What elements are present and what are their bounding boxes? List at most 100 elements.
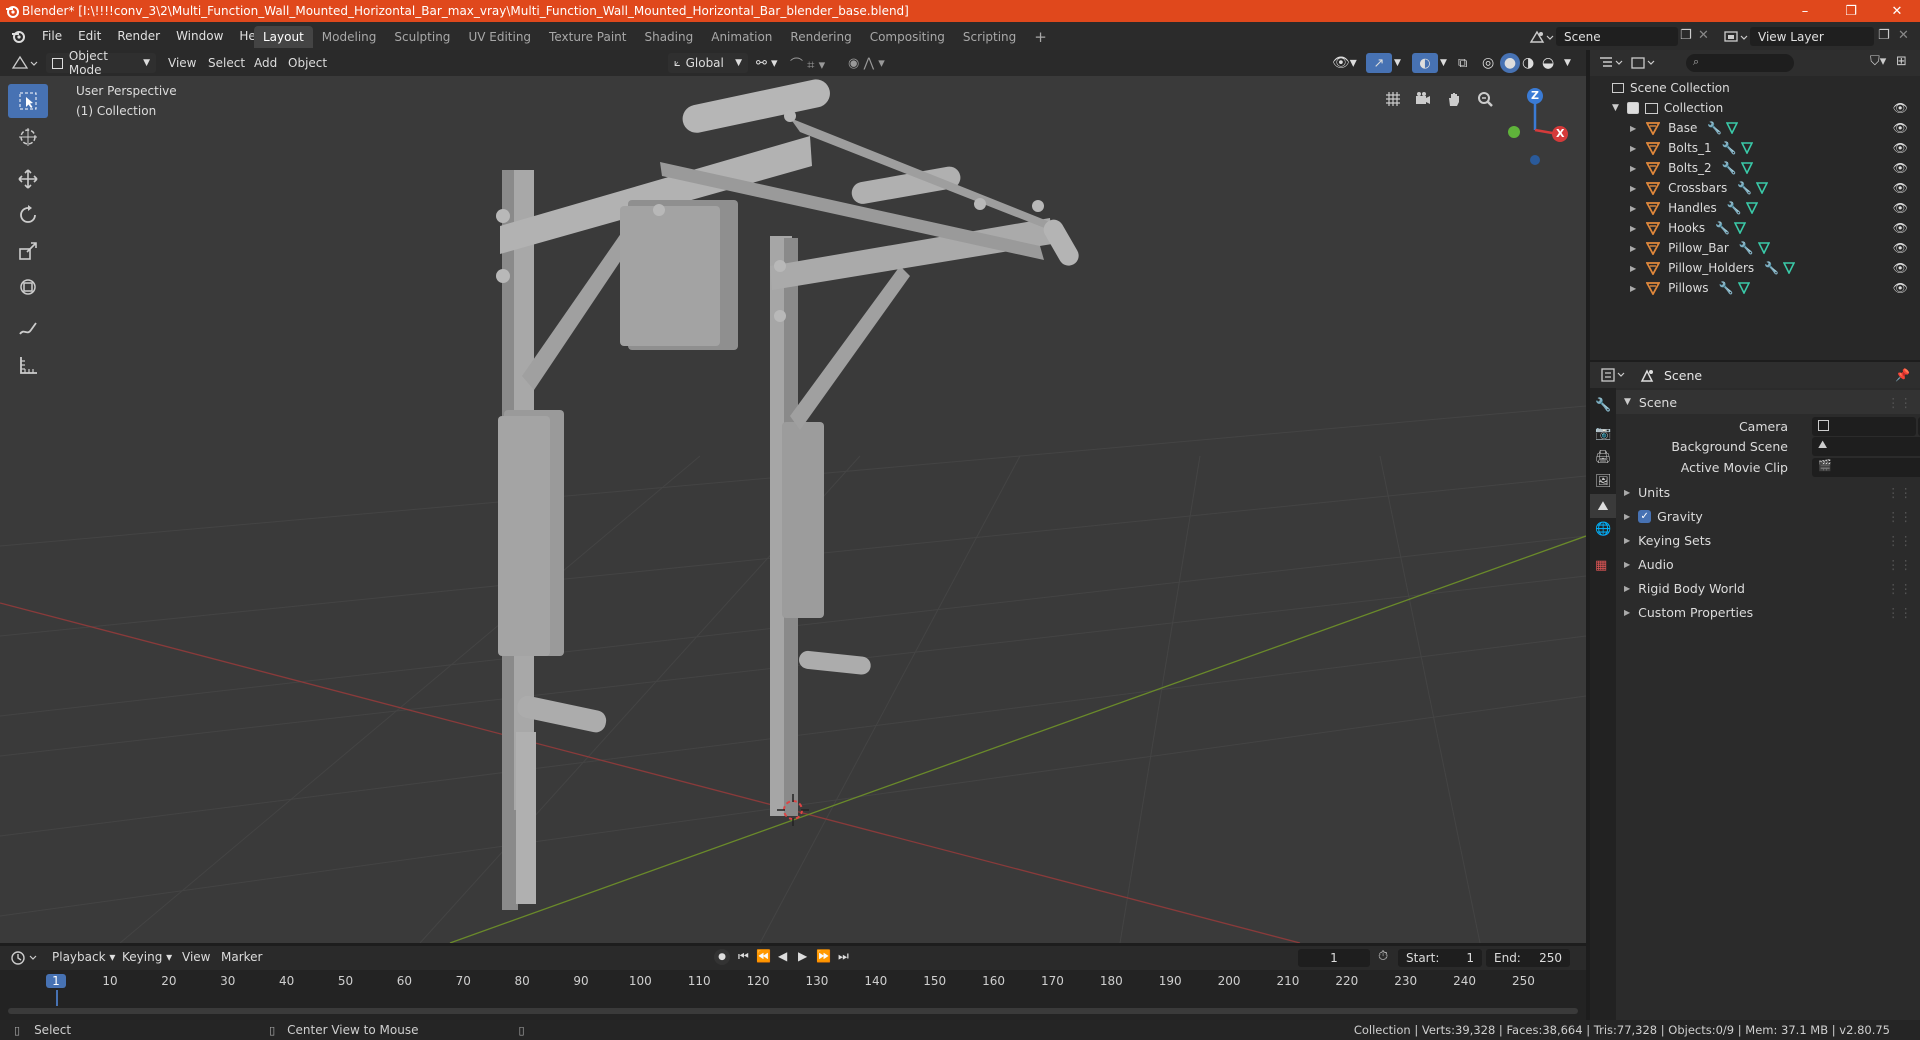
camera-field[interactable] [1812, 416, 1916, 436]
modifier-wrench-icon[interactable]: 🔧 [1727, 201, 1742, 215]
blender-menu-icon[interactable] [10, 28, 26, 44]
mesh-data-icon[interactable] [1740, 162, 1753, 174]
playhead-line[interactable] [56, 990, 58, 1006]
close-button[interactable]: ✕ [1874, 0, 1920, 22]
properties-section[interactable]: ▶ Units ⋮⋮ [1616, 480, 1920, 504]
rendered-shading-icon[interactable]: ◒ [1542, 53, 1554, 73]
drag-handle-icon[interactable]: ⋮⋮ [1887, 485, 1912, 500]
modifier-wrench-icon[interactable]: 🔧 [1707, 121, 1722, 135]
modifier-wrench-icon[interactable]: 🔧 [1722, 141, 1737, 155]
modifier-wrench-icon[interactable]: 🔧 [1722, 161, 1737, 175]
measure-tool[interactable] [8, 348, 48, 382]
eye-icon[interactable]: 👁 [1893, 221, 1908, 235]
play-button[interactable]: ▶ [798, 949, 807, 963]
transform-tool[interactable] [8, 270, 48, 304]
next-keyframe-button[interactable]: ⏩ [816, 949, 831, 963]
tab-texture-paint[interactable]: Texture Paint [540, 26, 635, 48]
proportional-edit-icon[interactable]: ◉ ⋀ ▾ [848, 53, 885, 73]
properties-editor-icon[interactable] [1600, 367, 1626, 383]
delete-view-layer-icon[interactable]: ✕ [1898, 28, 1909, 43]
tab-render[interactable]: 📷 [1595, 426, 1611, 441]
mode-selector[interactable]: Object Mode ▼ [46, 49, 156, 77]
mesh-data-icon[interactable] [1783, 262, 1796, 274]
snap-icon[interactable]: ⌒ ⌗ ▾ [790, 53, 825, 73]
menu-timeline-view[interactable]: View [182, 950, 210, 964]
mesh-data-icon[interactable] [1734, 222, 1747, 234]
disclosure-closed-icon[interactable]: ▶ [1630, 204, 1636, 213]
background-scene-field[interactable]: ⛰ [1812, 436, 1920, 456]
drag-handle-icon[interactable]: ⋮⋮ [1887, 557, 1912, 572]
properties-section[interactable]: ▶ Keying Sets ⋮⋮ [1616, 528, 1920, 552]
mesh-data-icon[interactable] [1737, 282, 1750, 294]
menu-edit[interactable]: Edit [70, 29, 109, 43]
drag-handle-icon[interactable]: ⋮⋮ [1887, 395, 1912, 410]
tab-animation[interactable]: Animation [702, 26, 781, 48]
disclosure-closed-icon[interactable]: ▶ [1630, 184, 1636, 193]
disclosure-open-icon[interactable]: ▼ [1612, 103, 1619, 113]
tab-compositing[interactable]: Compositing [861, 26, 954, 48]
material-shading-icon[interactable]: ◑ [1522, 53, 1534, 73]
eye-icon[interactable]: 👁 [1893, 141, 1908, 155]
drag-handle-icon[interactable]: ⋮⋮ [1887, 581, 1912, 596]
eye-icon[interactable]: 👁 [1893, 261, 1908, 275]
disclosure-closed-icon[interactable]: ▶ [1630, 244, 1636, 253]
tab-scene[interactable]: ⛰ [1590, 494, 1616, 518]
disclosure-closed-icon[interactable]: ▶ [1630, 264, 1636, 273]
outliner-editor-icon[interactable] [1598, 55, 1624, 71]
gizmo-dropdown-icon[interactable]: ▼ [1394, 53, 1401, 73]
menu-marker[interactable]: Marker [221, 950, 262, 964]
scene-selector[interactable]: Scene [1556, 27, 1678, 46]
tab-sculpting[interactable]: Sculpting [385, 26, 459, 48]
outliner-scene-collection[interactable]: Scene Collection [1590, 78, 1920, 98]
eye-icon[interactable]: 👁 [1893, 121, 1908, 135]
annotate-tool[interactable] [8, 312, 48, 346]
eye-icon[interactable]: 👁 [1893, 161, 1908, 175]
properties-section[interactable]: ▶ Custom Properties ⋮⋮ [1616, 600, 1920, 624]
tab-world[interactable]: 🌐 [1595, 522, 1611, 537]
shading-dropdown-icon[interactable]: ▼ [1564, 53, 1571, 73]
editor-type-icon[interactable] [10, 54, 40, 72]
maximize-button[interactable]: ❐ [1828, 0, 1874, 22]
gravity-checkbox[interactable]: ✓ [1638, 509, 1652, 523]
menu-select[interactable]: Select [208, 53, 245, 73]
pivot-point-icon[interactable]: ⚯ ▾ [756, 53, 778, 73]
tab-tool[interactable]: 🔧 [1595, 398, 1611, 413]
outliner-item[interactable]: ▶ Pillow_Bar 🔧 👁 [1590, 238, 1920, 258]
modifier-wrench-icon[interactable]: 🔧 [1737, 181, 1752, 195]
scene-icon[interactable] [1528, 28, 1554, 46]
visibility-icon[interactable]: 👁▾ [1332, 53, 1357, 73]
mesh-data-icon[interactable] [1745, 202, 1758, 214]
pin-icon[interactable]: 📌 [1895, 368, 1910, 382]
play-reverse-button[interactable]: ◀ [778, 949, 787, 963]
overlay-dropdown-icon[interactable]: ▼ [1440, 53, 1447, 73]
stopwatch-icon[interactable]: ⏱ [1378, 949, 1388, 964]
menu-view[interactable]: View [168, 53, 196, 73]
outliner-item[interactable]: ▶ Crossbars 🔧 👁 [1590, 178, 1920, 198]
disclosure-closed-icon[interactable]: ▶ [1630, 224, 1636, 233]
jump-end-button[interactable]: ⏭ [838, 949, 849, 964]
wireframe-shading-icon[interactable]: ◎ [1482, 53, 1494, 73]
modifier-wrench-icon[interactable]: 🔧 [1739, 241, 1754, 255]
tab-shading[interactable]: Shading [635, 26, 702, 48]
add-workspace-button[interactable]: + [1025, 26, 1056, 48]
menu-file[interactable]: File [34, 29, 70, 43]
toggle-grid-view-button[interactable] [1380, 86, 1406, 112]
modifier-wrench-icon[interactable]: 🔧 [1715, 221, 1730, 235]
tab-layout[interactable]: Layout [254, 26, 313, 48]
scene-panel-header[interactable]: ▼ Scene ⋮⋮ [1616, 390, 1920, 414]
outliner-item[interactable]: ▶ Pillows 🔧 👁 [1590, 278, 1920, 298]
start-frame-field[interactable]: Start: 1 [1398, 949, 1482, 967]
move-tool[interactable] [8, 162, 48, 196]
disclosure-closed-icon[interactable]: ▶ [1630, 124, 1636, 133]
menu-playback[interactable]: Playback ▾ [52, 950, 115, 964]
drag-handle-icon[interactable]: ⋮⋮ [1887, 533, 1912, 548]
tab-uv-editing[interactable]: UV Editing [459, 26, 540, 48]
disclosure-closed-icon[interactable]: ▶ [1630, 164, 1636, 173]
drag-handle-icon[interactable]: ⋮⋮ [1887, 509, 1912, 524]
menu-window[interactable]: Window [168, 29, 231, 43]
new-scene-icon[interactable]: ❐ [1680, 28, 1692, 43]
transform-orientation[interactable]: ⟀ Global ▼ [668, 53, 748, 73]
mesh-data-icon[interactable] [1726, 122, 1739, 134]
collection-checkbox[interactable] [1626, 102, 1639, 114]
filter-icon[interactable]: ⛉▾ [1870, 54, 1886, 69]
